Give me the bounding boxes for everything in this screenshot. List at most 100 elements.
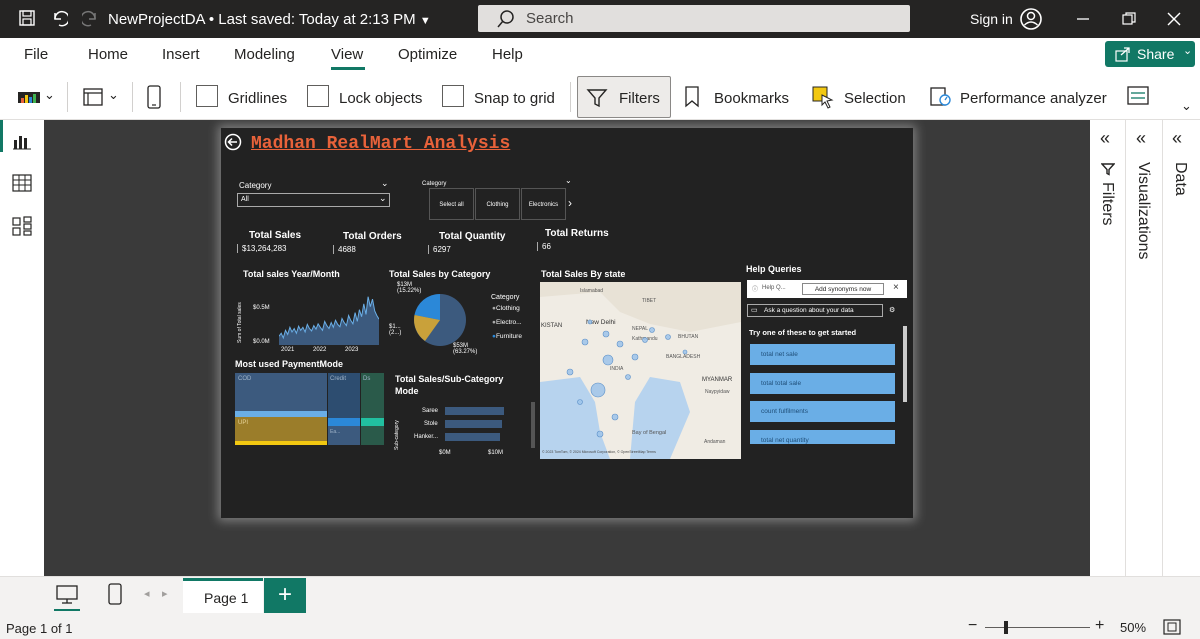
treemap[interactable]: COD Credit Ds UPI Ea... [235,373,384,448]
bar[interactable] [445,420,502,428]
model-view-icon[interactable] [12,216,32,236]
filters-pane-label[interactable]: Filters [1098,182,1116,226]
treemap-tile[interactable] [235,417,327,441]
treemap-tile[interactable] [361,418,384,426]
zoom-slider-track[interactable] [985,627,1090,628]
map-bubble[interactable] [642,337,648,343]
pie-chart[interactable] [412,292,468,348]
selection-icon[interactable] [811,85,835,109]
zoom-slider-thumb[interactable] [1004,621,1008,634]
account-icon[interactable] [1019,7,1043,31]
lock-objects-checkbox[interactable] [307,85,329,107]
slicer-button-electronics[interactable]: Electronics [521,188,566,220]
qa-input[interactable]: Help Q... [762,285,786,291]
menu-help[interactable]: Help [492,46,523,63]
close-icon[interactable]: × [893,282,899,293]
minimize-icon[interactable] [1076,12,1090,26]
visualizations-pane-label[interactable]: Visualizations [1134,162,1152,260]
selection-button[interactable]: Selection [844,90,906,107]
bar[interactable] [445,407,504,415]
map-bubble[interactable] [602,354,614,366]
performance-analyzer-icon[interactable] [929,85,953,109]
chevron-down-icon[interactable]: ⌄ [108,87,119,103]
qa-suggestion[interactable]: total total sale [750,373,895,394]
data-pane-label[interactable]: Data [1171,162,1189,196]
filters-button[interactable]: Filters [577,76,671,118]
share-button[interactable]: Share ⌄ [1105,41,1195,67]
sync-slicers-icon[interactable] [1126,84,1152,110]
map-bubble[interactable] [649,327,655,333]
save-icon[interactable] [18,9,36,27]
qa-suggestion[interactable]: total net sale [750,344,895,365]
bookmarks-button[interactable]: Bookmarks [714,90,789,107]
treemap-tile[interactable] [235,441,327,445]
menu-file[interactable]: File [24,46,48,63]
back-arrow-icon[interactable] [224,133,242,151]
redo-icon[interactable] [82,9,100,27]
bar[interactable] [445,433,500,441]
map-bubble[interactable] [611,413,619,421]
qa-input-bar[interactable]: ⓘ Help Q... Add synonyms now × [747,280,907,298]
menu-modeling[interactable]: Modeling [234,46,295,63]
mobile-layout-icon[interactable] [146,85,162,109]
add-synonyms-button[interactable]: Add synonyms now [802,283,884,295]
map-bubble[interactable] [590,382,606,398]
map-bubble[interactable] [581,338,589,346]
previous-page-icon[interactable]: ◂ [144,587,150,600]
menu-view[interactable]: View [331,46,363,63]
report-view-icon[interactable] [12,132,32,150]
chevron-down-icon[interactable]: ▼ [420,15,431,27]
slicer-button-select-all[interactable]: Select all [429,188,474,220]
map-visual[interactable]: Islamabad TIBET KISTAN New Delhi NEPAL K… [540,282,741,459]
treemap-tile[interactable] [361,426,384,445]
treemap-tile[interactable] [328,418,360,426]
menu-home[interactable]: Home [88,46,128,63]
next-page-icon[interactable]: ▸ [162,587,168,600]
undo-icon[interactable] [50,9,68,27]
zoom-out-icon[interactable]: − [968,617,977,635]
category-dropdown[interactable]: All ⌄ [237,193,390,207]
slicer-button-clothing[interactable]: Clothing [475,188,520,220]
expand-data-icon[interactable]: « [1172,128,1182,149]
settings-icon[interactable]: ⚙ [889,306,895,314]
zoom-in-icon[interactable]: + [1095,617,1104,635]
close-icon[interactable] [1167,12,1181,26]
map-bubble[interactable] [665,334,671,340]
page-view-icon[interactable] [82,86,104,108]
map-bubble[interactable] [596,430,604,438]
search-box[interactable]: Search [478,5,910,32]
map-bubble[interactable] [587,319,593,325]
map-bubble[interactable] [631,353,639,361]
gridlines-checkbox[interactable] [196,85,218,107]
page-tab-page-1[interactable]: Page 1 [183,578,263,613]
chevron-down-icon[interactable]: ⌄ [381,178,389,189]
expand-filters-icon[interactable]: « [1100,128,1110,149]
map-bubble[interactable] [602,330,610,338]
chevron-down-icon[interactable]: ⌄ [565,176,572,185]
performance-analyzer-button[interactable]: Performance analyzer [960,90,1107,107]
menu-insert[interactable]: Insert [162,46,200,63]
bookmark-icon[interactable] [684,86,700,108]
snap-to-grid-checkbox[interactable] [442,85,464,107]
scrollbar[interactable] [531,402,535,448]
themes-icon[interactable] [18,89,42,105]
expand-visualizations-icon[interactable]: « [1136,128,1146,149]
chevron-down-icon[interactable]: ⌄ [44,87,55,103]
ask-question-input[interactable]: ▭ Ask a question about your data [747,304,883,317]
ribbon-expand-icon[interactable]: ⌄ [1181,98,1192,114]
fit-to-page-icon[interactable] [1163,619,1181,635]
qa-suggestion[interactable]: count fulfilments [750,401,895,422]
sign-in-button[interactable]: Sign in [970,11,1013,27]
map-bubble[interactable] [625,374,631,380]
menu-optimize[interactable]: Optimize [398,46,457,63]
add-page-button[interactable]: + [264,578,306,613]
map-bubble[interactable] [616,340,624,348]
map-bubble[interactable] [682,349,688,355]
qa-suggestion[interactable]: total net quantity [750,430,895,444]
map-bubble[interactable] [566,368,574,376]
table-view-icon[interactable] [12,174,32,192]
chevron-right-icon[interactable]: › [568,196,572,210]
mobile-layout-icon[interactable] [108,583,122,605]
scrollbar[interactable] [903,326,907,402]
desktop-layout-icon[interactable] [56,585,78,605]
